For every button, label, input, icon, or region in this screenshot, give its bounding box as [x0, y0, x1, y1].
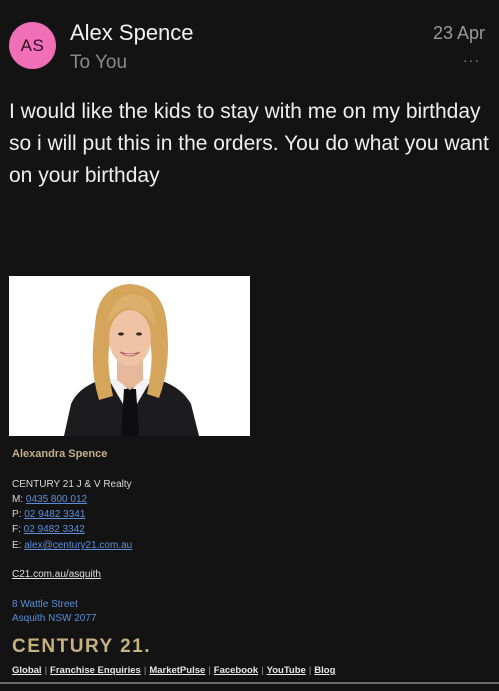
signature-mobile: M: 0435 800 012 — [12, 494, 87, 505]
signature-email: E: alex@century21.com.au — [12, 540, 132, 551]
fax-label: F: — [12, 524, 21, 535]
recipient-label[interactable]: To You — [70, 52, 127, 74]
email-label: E: — [12, 540, 22, 551]
website-link[interactable]: C21.com.au/asquith — [12, 569, 101, 580]
signature-phone: P: 02 9482 3341 — [12, 509, 85, 520]
footer-link-youtube[interactable]: YouTube — [267, 665, 306, 676]
footer-link-facebook[interactable]: Facebook — [214, 665, 258, 676]
mobile-link[interactable]: 0435 800 012 — [26, 494, 87, 505]
sender-name[interactable]: Alex Spence — [70, 20, 194, 46]
email-body: I would like the kids to stay with me on… — [9, 100, 489, 187]
phone-link[interactable]: 02 9482 3341 — [24, 509, 85, 520]
footer-link-marketpulse[interactable]: MarketPulse — [149, 665, 205, 676]
footer-link-global[interactable]: Global — [12, 665, 42, 676]
signature-name: Alexandra Spence — [12, 448, 108, 460]
phone-label: P: — [12, 509, 22, 520]
address-line1-link[interactable]: 8 Wattle Street — [12, 599, 78, 610]
email-date: 23 Apr — [432, 23, 485, 43]
mobile-label: M: — [12, 494, 24, 505]
signature-fax: F: 02 9482 3342 — [12, 524, 85, 535]
footer-links: Global | Franchise Enquiries | MarketPulse | F… — [12, 665, 335, 676]
footer-separator: | — [208, 665, 211, 676]
signature-photo — [9, 276, 250, 436]
email-link[interactable]: alex@century21.com.au — [24, 540, 132, 551]
century21-logo: CENTURY 21. — [12, 636, 151, 657]
signature-company: CENTURY 21 J & V Realty — [12, 479, 132, 490]
footer-separator: | — [261, 665, 264, 676]
avatar-initials: AS — [20, 35, 45, 55]
footer-divider — [0, 682, 499, 684]
fax-link[interactable]: 02 9482 3342 — [24, 524, 85, 535]
address-line2-link[interactable]: Asquith NSW 2077 — [12, 613, 97, 624]
more-options-icon[interactable]: ··· — [463, 52, 480, 68]
footer-link-franchise[interactable]: Franchise Enquiries — [50, 665, 141, 676]
footer-link-blog[interactable]: Blog — [314, 665, 335, 676]
sender-avatar[interactable]: AS — [9, 22, 56, 69]
footer-separator: | — [44, 665, 48, 676]
